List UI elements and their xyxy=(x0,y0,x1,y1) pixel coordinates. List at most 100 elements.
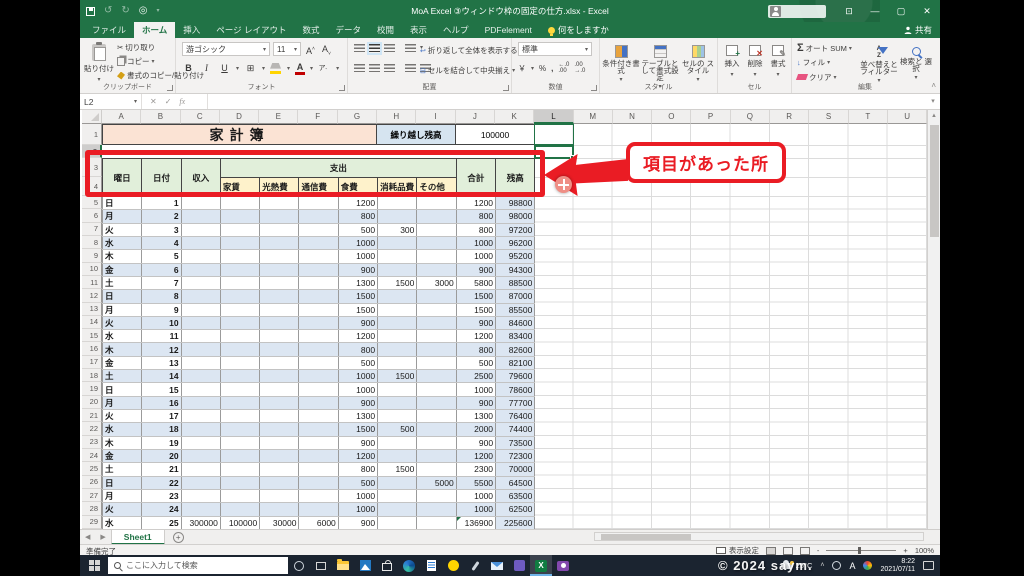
cell[interactable] xyxy=(219,355,261,371)
orientation-icon[interactable] xyxy=(405,44,416,53)
normal-view-icon[interactable] xyxy=(765,546,776,555)
merge-center-button[interactable]: ⊟ セルを結合して中央揃え ▾ xyxy=(420,65,515,76)
row-header-6[interactable]: 6 xyxy=(82,209,102,223)
column-header-I[interactable]: I xyxy=(416,110,456,124)
camera-app-icon[interactable] xyxy=(552,555,574,576)
increase-decimal-icon[interactable]: ←.0.00 xyxy=(558,62,569,74)
cell[interactable]: 木 xyxy=(101,249,143,264)
cell[interactable] xyxy=(219,382,261,397)
cell[interactable]: 1000 xyxy=(337,382,379,397)
cell[interactable] xyxy=(416,235,457,251)
cell[interactable] xyxy=(259,222,300,237)
decrease-font-icon[interactable]: A˅ xyxy=(320,43,333,57)
column-header-L[interactable]: L xyxy=(534,110,574,124)
column-header-P[interactable]: P xyxy=(691,110,731,124)
restore-button[interactable]: ▢ xyxy=(888,0,914,22)
cell[interactable]: 16 xyxy=(141,395,182,411)
cell[interactable] xyxy=(298,329,339,344)
cell[interactable]: 2300 xyxy=(455,462,497,477)
cell[interactable] xyxy=(259,382,300,397)
cell[interactable] xyxy=(377,355,418,371)
cell[interactable] xyxy=(298,408,339,424)
collapse-ribbon-icon[interactable]: ˄ xyxy=(931,81,936,90)
photos-icon[interactable] xyxy=(354,555,376,576)
cell[interactable]: 82100 xyxy=(495,355,536,371)
cell[interactable]: 500 xyxy=(337,355,379,371)
cell[interactable] xyxy=(259,262,300,277)
tab-help[interactable]: ヘルプ xyxy=(435,22,477,38)
align-bottom-icon[interactable] xyxy=(384,44,395,53)
cell[interactable]: 900 xyxy=(337,262,379,277)
align-middle-icon[interactable] xyxy=(367,42,382,55)
cell[interactable]: 94300 xyxy=(495,262,536,277)
cell[interactable] xyxy=(298,395,339,411)
cell[interactable] xyxy=(180,222,221,237)
cell[interactable]: 800 xyxy=(455,342,497,357)
cell[interactable] xyxy=(298,488,339,504)
cell[interactable] xyxy=(416,195,457,211)
cell[interactable] xyxy=(416,315,457,331)
start-button[interactable] xyxy=(80,555,108,576)
cell[interactable] xyxy=(416,329,457,344)
cell[interactable] xyxy=(377,289,418,304)
clipboard-dialog-launcher[interactable] xyxy=(167,85,173,91)
cell[interactable] xyxy=(377,395,418,411)
vertical-scrollbar[interactable]: ▲ xyxy=(927,110,940,529)
cell[interactable]: 98000 xyxy=(495,209,536,224)
cell[interactable]: 水 xyxy=(101,515,143,529)
minimize-button[interactable]: — xyxy=(862,0,888,22)
cell[interactable] xyxy=(416,422,457,437)
scroll-up-icon[interactable]: ▲ xyxy=(928,110,940,122)
underline-button[interactable]: U xyxy=(218,62,231,75)
row-header-26[interactable]: 26 xyxy=(82,475,102,489)
cell[interactable] xyxy=(180,289,221,304)
cell[interactable]: 1300 xyxy=(455,408,497,424)
cell[interactable]: 900 xyxy=(337,515,379,529)
row-header-25[interactable]: 25 xyxy=(82,462,102,476)
cell[interactable] xyxy=(180,209,221,224)
cell[interactable] xyxy=(298,302,339,317)
cell[interactable]: 木 xyxy=(101,435,143,450)
tab-page-layout[interactable]: ページ レイアウト xyxy=(208,22,294,38)
cell[interactable] xyxy=(377,249,418,264)
cell[interactable] xyxy=(219,435,261,450)
cell[interactable]: 84600 xyxy=(495,315,536,331)
cell[interactable] xyxy=(259,422,300,437)
bold-button[interactable]: B xyxy=(182,62,195,75)
row-header-16[interactable]: 16 xyxy=(82,342,102,356)
cell[interactable] xyxy=(219,475,261,490)
cell[interactable] xyxy=(259,448,300,464)
cell[interactable] xyxy=(219,195,261,211)
cell[interactable]: 1000 xyxy=(337,235,379,251)
cell[interactable] xyxy=(259,408,300,424)
sort-filter-button[interactable]: AZ 並べ替えと フィルター ▾ xyxy=(860,41,898,84)
cell[interactable] xyxy=(377,502,418,517)
cell[interactable] xyxy=(219,448,261,464)
tab-formulas[interactable]: 数式 xyxy=(294,22,327,38)
cell[interactable] xyxy=(298,195,339,211)
zoom-slider[interactable] xyxy=(826,547,897,554)
cell[interactable] xyxy=(298,422,339,437)
cell[interactable] xyxy=(416,462,457,477)
column-header-H[interactable]: H xyxy=(377,110,417,124)
cell[interactable] xyxy=(298,475,339,490)
cell[interactable]: 900 xyxy=(455,435,497,450)
cell[interactable]: 900 xyxy=(337,315,379,331)
cell[interactable]: 85500 xyxy=(495,302,536,317)
font-name-select[interactable]: 游ゴシック ▾ xyxy=(182,42,270,56)
cell[interactable] xyxy=(219,408,261,424)
cell[interactable] xyxy=(219,395,261,411)
cell[interactable] xyxy=(180,408,221,424)
cell[interactable]: 7 xyxy=(141,275,182,291)
tab-file[interactable]: ファイル xyxy=(84,22,134,38)
cell[interactable]: 800 xyxy=(337,462,379,477)
cell[interactable]: 500 xyxy=(337,475,379,490)
cell[interactable] xyxy=(180,235,221,251)
decrease-decimal-icon[interactable]: .00 →.0 xyxy=(574,62,585,74)
cell[interactable] xyxy=(180,329,221,344)
cell[interactable]: 1000 xyxy=(337,502,379,517)
cell[interactable] xyxy=(298,355,339,371)
cell[interactable] xyxy=(298,289,339,304)
cell[interactable] xyxy=(298,209,339,224)
cell[interactable]: 火 xyxy=(101,222,143,237)
